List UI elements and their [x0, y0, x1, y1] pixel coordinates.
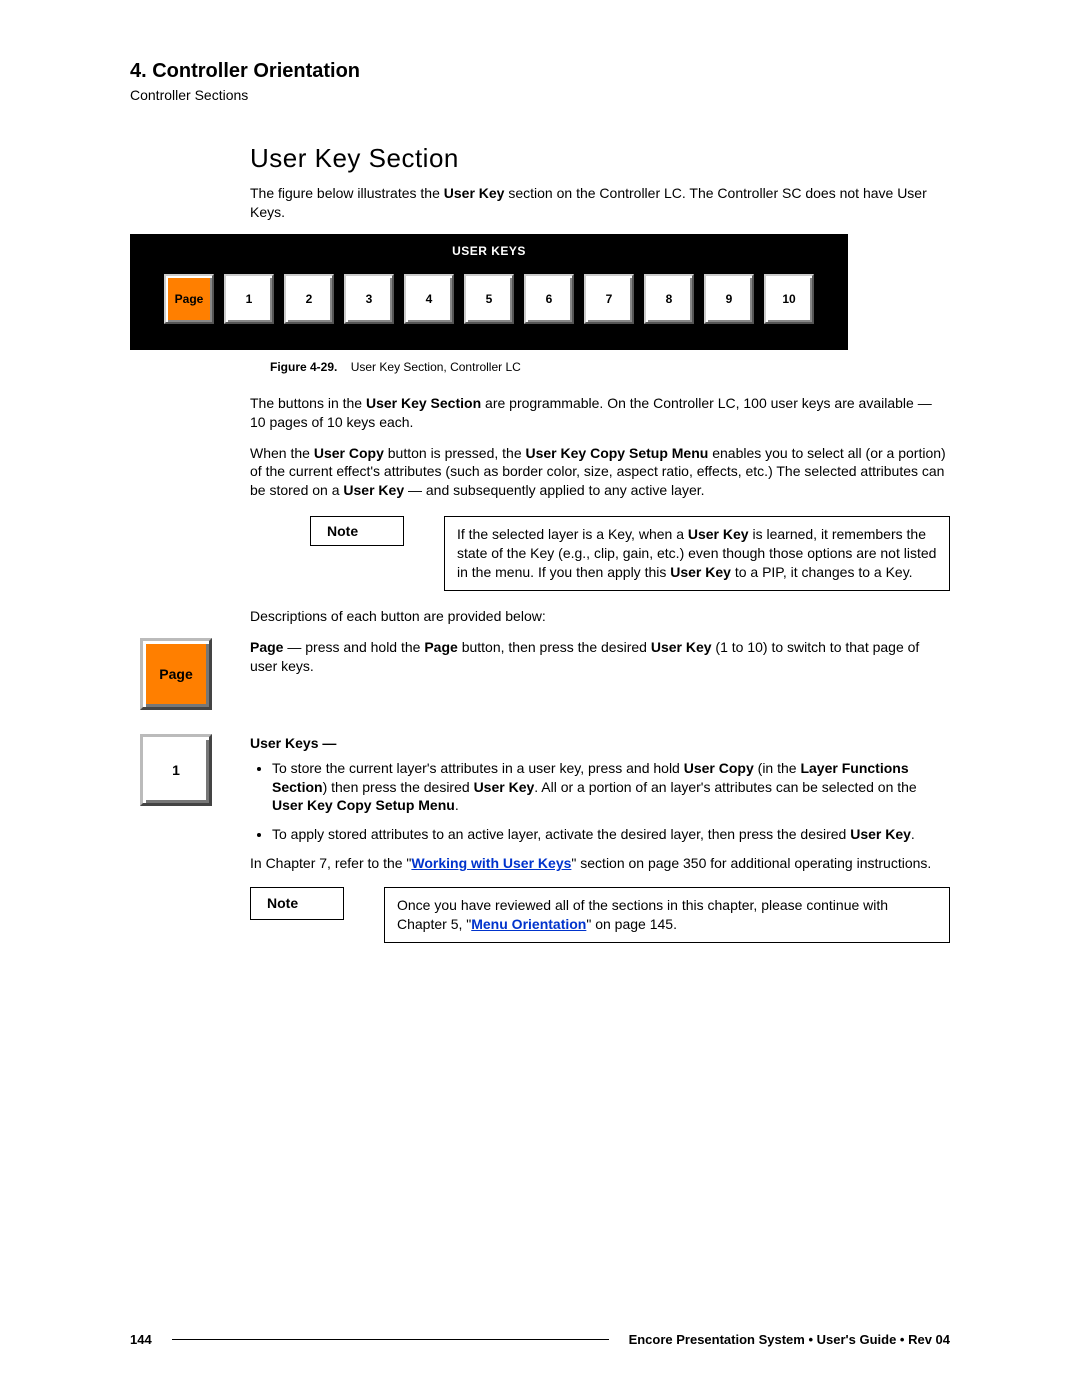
text: — press and hold the [283, 639, 424, 655]
user-key-10[interactable]: 10 [764, 274, 814, 324]
text: to a PIP, it changes to a Key. [731, 564, 913, 580]
text: To apply stored attributes to an active … [272, 826, 850, 842]
text-bold: User Key Copy Setup Menu [272, 797, 455, 813]
page-key-large[interactable]: Page [140, 638, 212, 710]
text: button, then press the desired [458, 639, 651, 655]
document-page: 4. Controller Orientation Controller Sec… [0, 0, 1080, 1397]
user-key-9[interactable]: 9 [704, 274, 754, 324]
paragraph: The buttons in the User Key Section are … [250, 394, 950, 432]
user-keys-description: User Keys — To store the current layer's… [250, 734, 950, 959]
note-body: If the selected layer is a Key, when a U… [444, 516, 950, 591]
page-key-description-row: Page Page — press and hold the Page butt… [130, 638, 950, 710]
text: . [455, 797, 459, 813]
figure-caption: Figure 4-29. User Key Section, Controlle… [270, 360, 950, 374]
text-bold: User Key [688, 526, 749, 542]
page-footer: 144 Encore Presentation System • User's … [130, 1332, 950, 1347]
text-bold: User Key [670, 564, 731, 580]
user-keys-title: User Keys — [250, 734, 950, 753]
text-bold: User Key Copy Setup Menu [526, 445, 709, 461]
text: The figure below illustrates the [250, 185, 444, 201]
text: The buttons in the [250, 395, 366, 411]
user-key-7[interactable]: 7 [584, 274, 634, 324]
text: (in the [754, 760, 801, 776]
text: . [911, 826, 915, 842]
panel-title: USER KEYS [130, 244, 848, 258]
text-bold: User Key [850, 826, 911, 842]
paragraph: Descriptions of each button are provided… [250, 607, 950, 626]
paragraph: In Chapter 7, refer to the "Working with… [250, 854, 950, 873]
text: " section on page 350 for additional ope… [571, 855, 931, 871]
page-key[interactable]: Page [164, 274, 214, 324]
page-number: 144 [130, 1332, 152, 1347]
working-with-user-keys-link[interactable]: Working with User Keys [411, 855, 571, 871]
note-label: Note [310, 516, 404, 546]
text: — and subsequently applied to any active… [404, 482, 704, 498]
text-bold: User Key [651, 639, 712, 655]
text: To store the current layer's attributes … [272, 760, 684, 776]
chapter-subtitle: Controller Sections [130, 87, 950, 103]
user-keys-panel: USER KEYS Page 1 2 3 4 5 6 7 8 9 10 [130, 234, 848, 350]
text: When the [250, 445, 314, 461]
note-label: Note [250, 887, 344, 920]
key-row: Page 1 2 3 4 5 6 7 8 9 10 [130, 274, 848, 324]
text-bold: Page [250, 639, 283, 655]
figure-label: Figure 4-29. [270, 360, 337, 374]
user-key-8[interactable]: 8 [644, 274, 694, 324]
text-bold: User Key [474, 779, 535, 795]
text: If the selected layer is a Key, when a [457, 526, 688, 542]
text: . All or a portion of an layer's attribu… [534, 779, 916, 795]
user-key-6[interactable]: 6 [524, 274, 574, 324]
user-key-2[interactable]: 2 [284, 274, 334, 324]
text-bold: User Key [444, 185, 505, 201]
text-bold: User Copy [684, 760, 754, 776]
user-key-1-large[interactable]: 1 [140, 734, 212, 806]
footer-text: Encore Presentation System • User's Guid… [629, 1332, 950, 1347]
note-block: Note Once you have reviewed all of the s… [250, 887, 950, 943]
paragraph: When the User Copy button is pressed, th… [250, 444, 950, 501]
user-key-5[interactable]: 5 [464, 274, 514, 324]
section-heading: User Key Section [250, 143, 950, 174]
figure-text: User Key Section, Controller LC [351, 360, 521, 374]
menu-orientation-link[interactable]: Menu Orientation [471, 916, 586, 932]
text: In Chapter 7, refer to the " [250, 855, 411, 871]
text: ) then press the desired [323, 779, 474, 795]
user-key-description-row: 1 User Keys — To store the current layer… [130, 734, 950, 959]
chapter-title: 4. Controller Orientation [130, 60, 950, 83]
user-key-1[interactable]: 1 [224, 274, 274, 324]
user-key-3[interactable]: 3 [344, 274, 394, 324]
list-item: To apply stored attributes to an active … [272, 825, 950, 844]
text: button is pressed, the [384, 445, 526, 461]
text-bold: User Key [343, 482, 404, 498]
footer-rule [172, 1339, 609, 1340]
page-key-description: Page — press and hold the Page button, t… [250, 638, 950, 676]
text-bold: Page [424, 639, 457, 655]
list-item: To store the current layer's attributes … [272, 759, 950, 816]
bullet-list: To store the current layer's attributes … [250, 759, 950, 845]
text: " on page 145. [586, 916, 677, 932]
intro-paragraph: The figure below illustrates the User Ke… [250, 184, 950, 222]
note-block: Note If the selected layer is a Key, whe… [310, 516, 950, 591]
user-key-4[interactable]: 4 [404, 274, 454, 324]
text-bold: User Key Section [366, 395, 481, 411]
note-body: Once you have reviewed all of the sectio… [384, 887, 950, 943]
text-bold: User Copy [314, 445, 384, 461]
